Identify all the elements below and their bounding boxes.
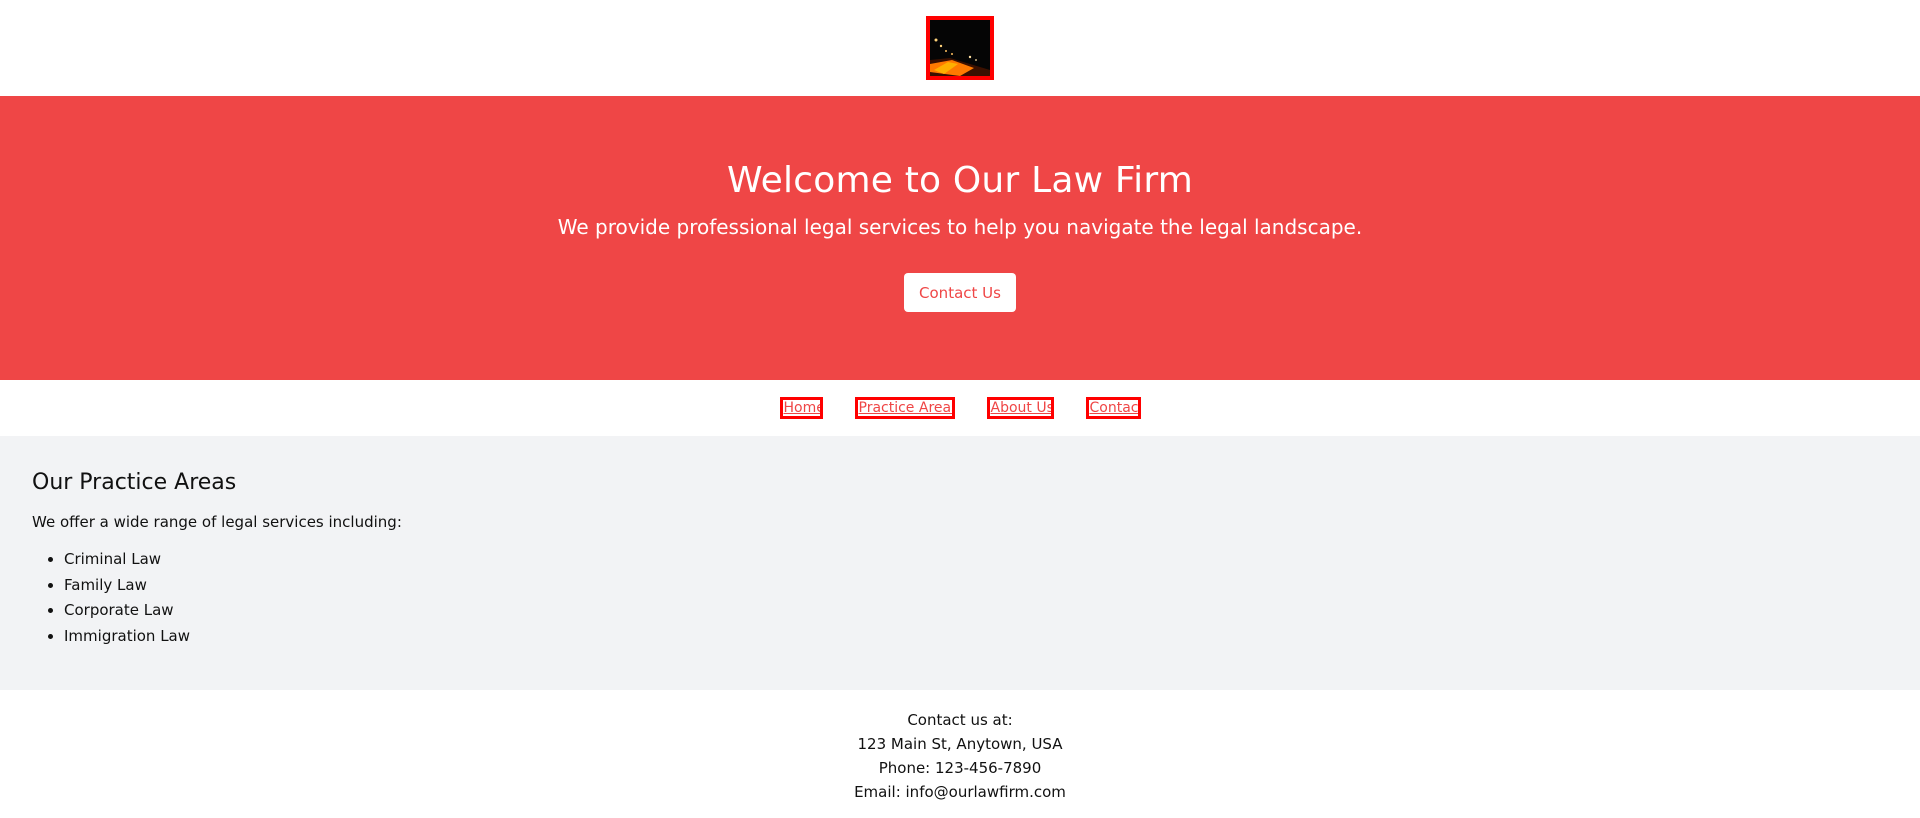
site-footer: Contact us at: 123 Main St, Anytown, USA…: [0, 690, 1920, 804]
footer-contact-heading: Contact us at:: [907, 711, 1013, 729]
hero-section: Welcome to Our Law Firm We provide profe…: [0, 96, 1920, 380]
footer-email: Email: info@ourlawfirm.com: [854, 783, 1066, 801]
list-item: Immigration Law: [64, 624, 1888, 650]
list-item: Corporate Law: [64, 598, 1888, 624]
nav-link-practice-areas[interactable]: Practice Areas: [854, 397, 955, 419]
list-item: Criminal Law: [64, 547, 1888, 573]
hero-title: Welcome to Our Law Firm: [726, 160, 1194, 201]
main-nav: Home Practice Areas About Us Contact: [0, 380, 1920, 436]
practice-areas-intro: We offer a wide range of legal services …: [32, 513, 402, 531]
practice-areas-title: Our Practice Areas: [32, 470, 237, 495]
hero-subtitle: We provide professional legal services t…: [557, 215, 1363, 239]
nav-link-about-us[interactable]: About Us: [986, 397, 1054, 419]
practice-areas-list: Criminal Law Family Law Corporate Law Im…: [32, 547, 1888, 649]
footer-phone: Phone: 123-456-7890: [878, 759, 1042, 777]
night-road-image-icon: [930, 20, 990, 76]
practice-areas-section: Our Practice Areas We offer a wide range…: [0, 436, 1920, 690]
list-item: Family Law: [64, 573, 1888, 599]
site-header: [0, 0, 1920, 96]
footer-address: 123 Main St, Anytown, USA: [857, 735, 1063, 753]
contact-us-button[interactable]: Contact Us: [904, 273, 1016, 312]
nav-link-home[interactable]: Home: [779, 397, 823, 419]
nav-link-contact[interactable]: Contact: [1085, 397, 1141, 419]
logo-image[interactable]: [926, 16, 994, 80]
